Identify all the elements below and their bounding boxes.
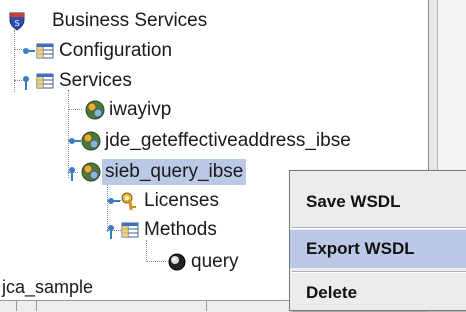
tree-node-label: Licenses: [144, 190, 219, 211]
tree-node-service[interactable]: jde_geteffectiveaddress_ibse: [69, 128, 354, 154]
tree-node-configuration[interactable]: Configuration: [23, 38, 175, 64]
tree-node-service[interactable]: iwayivp: [84, 97, 174, 123]
tree-node-root[interactable]: S Business Services: [6, 8, 210, 34]
menu-item-export-wsdl[interactable]: Export WSDL: [290, 230, 466, 268]
collapse-handle-icon[interactable]: [22, 70, 34, 92]
tree-node-service-selected[interactable]: sieb_query_ibse: [69, 159, 247, 185]
tree-node-query[interactable]: query: [166, 249, 242, 275]
expand-handle-icon[interactable]: [22, 40, 35, 62]
tree-node-label: sieb_query_ibse: [102, 159, 247, 185]
tree-node-licenses[interactable]: Licenses: [108, 188, 222, 214]
tree-node-label: Business Services: [52, 10, 208, 31]
menu-separator: [292, 271, 466, 273]
shield-icon: S: [6, 10, 28, 32]
tree-node-label: Configuration: [59, 40, 173, 61]
table-column-header[interactable]: [0, 301, 17, 311]
tree-line: [68, 109, 82, 110]
tree-node-services[interactable]: Services: [23, 68, 135, 94]
menu-item-save-wsdl[interactable]: Save WSDL: [290, 183, 466, 221]
table-column-header[interactable]: [36, 301, 207, 311]
svg-text:S: S: [14, 19, 19, 28]
table-column-header[interactable]: [16, 301, 37, 311]
collapse-handle-icon[interactable]: [68, 161, 80, 183]
service-gear-icon: [84, 99, 106, 121]
collapse-handle-icon[interactable]: [107, 219, 119, 241]
tree-node-label: Services: [59, 70, 132, 91]
tree-line: [146, 261, 166, 262]
folder-table-icon: [34, 70, 56, 92]
tree-line: [146, 240, 147, 262]
tree-node-label: query: [191, 251, 239, 272]
menu-item-delete[interactable]: Delete: [290, 274, 466, 312]
service-gear-icon: [80, 130, 102, 152]
tree-node-methods[interactable]: Methods: [108, 217, 220, 243]
folder-table-icon: [119, 219, 141, 241]
project-label[interactable]: jca_sample: [2, 277, 93, 298]
tree-line: [14, 30, 15, 92]
service-gear-icon: [80, 161, 102, 183]
context-menu: Save WSDL Export WSDL Delete: [289, 170, 466, 311]
tree-node-label: jde_geteffectiveaddress_ibse: [105, 130, 351, 151]
method-globe-icon: [166, 251, 188, 273]
tree-node-label: Methods: [144, 219, 217, 240]
expand-handle-icon[interactable]: [107, 190, 120, 212]
key-icon: [119, 190, 141, 212]
tree-node-label: iwayivp: [109, 99, 172, 120]
expand-handle-icon[interactable]: [68, 130, 81, 152]
menu-separator: [292, 227, 466, 229]
folder-table-icon: [34, 40, 56, 62]
